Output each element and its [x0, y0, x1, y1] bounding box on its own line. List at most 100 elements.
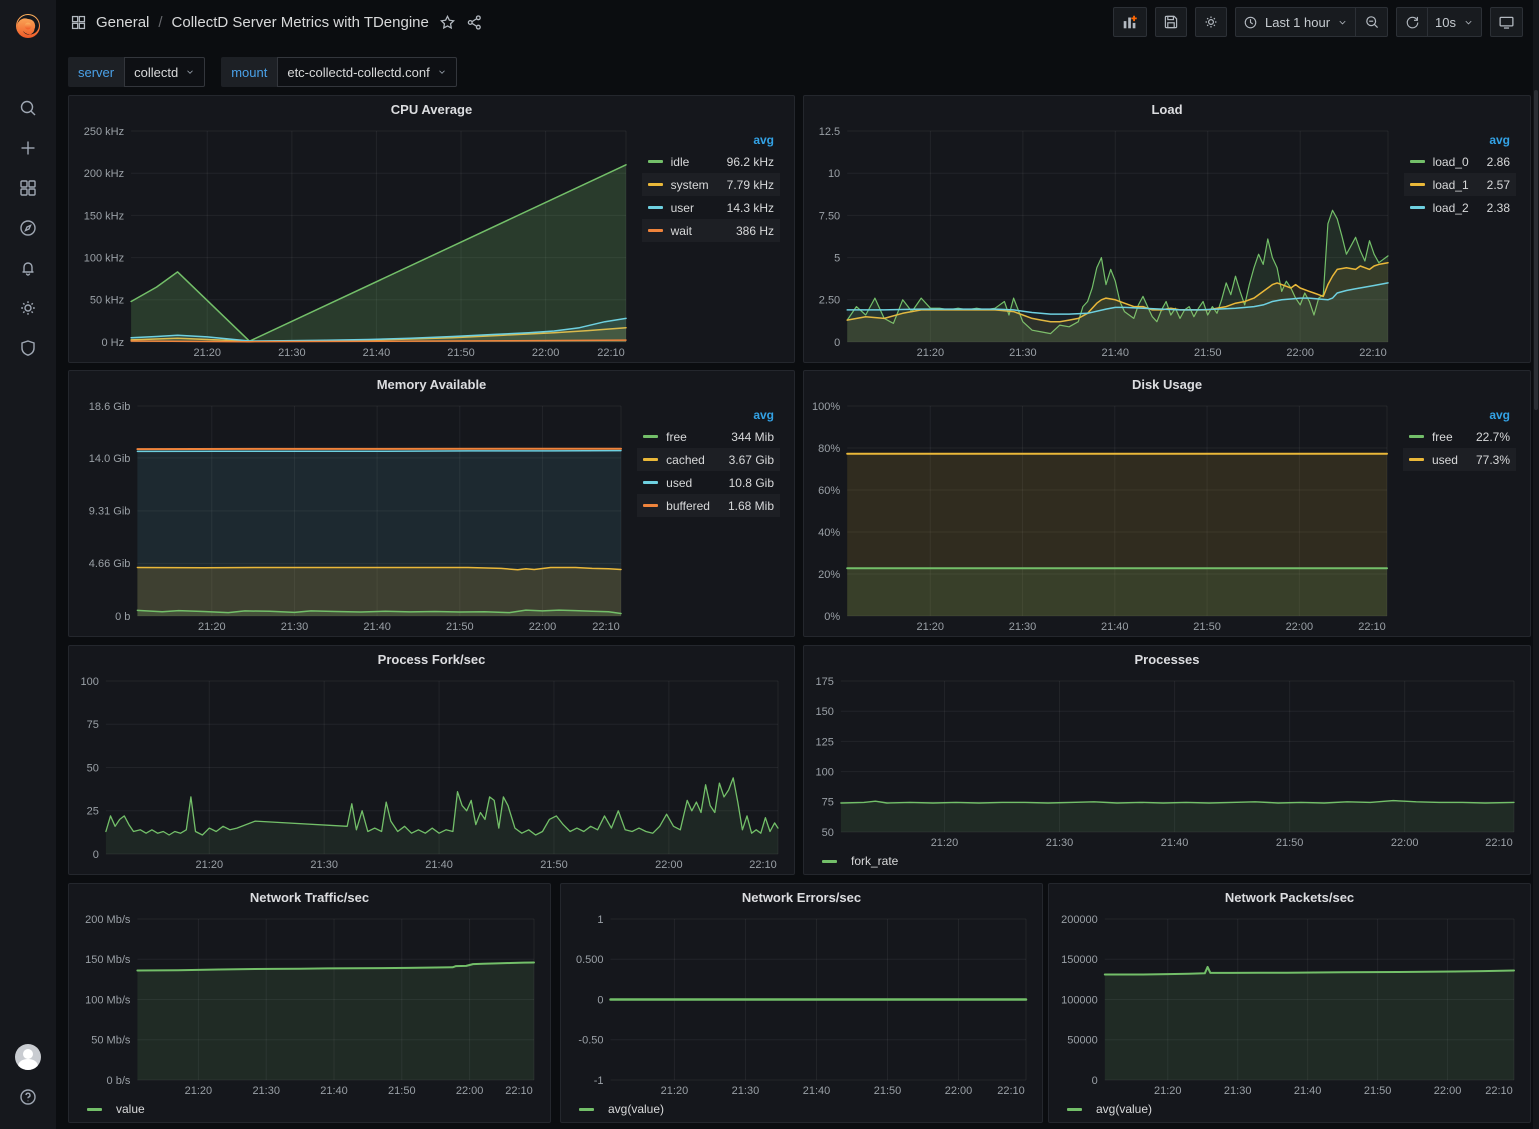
share-icon[interactable]: [466, 14, 483, 31]
explore-compass-icon[interactable]: [0, 208, 56, 248]
create-plus-icon[interactable]: [0, 128, 56, 168]
legend-item-avg(value)[interactable]: avg(value): [1096, 1102, 1152, 1116]
svg-text:21:20: 21:20: [916, 621, 944, 633]
search-icon[interactable]: [0, 88, 56, 128]
save-dashboard-button[interactable]: [1155, 7, 1187, 37]
time-range-picker[interactable]: Last 1 hour: [1235, 7, 1356, 37]
process-fork-chart[interactable]: 025507510021:2021:3021:4021:5022:0022:10: [73, 673, 790, 872]
svg-text:150000: 150000: [1061, 954, 1098, 966]
legend-item-load_2[interactable]: load_22.38: [1404, 196, 1516, 219]
legend-item-user[interactable]: user14.3 kHz: [642, 196, 780, 219]
star-icon[interactable]: [439, 14, 456, 31]
panel-title[interactable]: Disk Usage: [804, 371, 1530, 398]
svg-text:100000: 100000: [1061, 994, 1098, 1006]
breadcrumb-folder[interactable]: General: [96, 14, 149, 31]
panel-title[interactable]: Network Errors/sec: [561, 884, 1042, 911]
legend-stat-header: avg: [642, 131, 780, 150]
server-admin-shield-icon[interactable]: [0, 328, 56, 368]
svg-text:21:30: 21:30: [278, 347, 306, 359]
memory-available-chart[interactable]: 0 b4.66 Gib9.31 Gib14.0 Gib18.6 Gib21:20…: [73, 398, 633, 634]
network-packets-chart[interactable]: 05000010000015000020000021:2021:3021:402…: [1053, 911, 1526, 1098]
network-errors-chart[interactable]: -1-0.5000.500121:2021:3021:4021:5022:002…: [565, 911, 1038, 1098]
svg-text:50: 50: [87, 762, 99, 774]
svg-text:200 Mb/s: 200 Mb/s: [85, 914, 131, 926]
svg-text:18.6 Gib: 18.6 Gib: [89, 401, 131, 413]
network-traffic-chart[interactable]: 0 b/s50 Mb/s100 Mb/s150 Mb/s200 Mb/s21:2…: [73, 911, 546, 1098]
processes-chart[interactable]: 507510012515017521:2021:3021:4021:5022:0…: [808, 673, 1526, 850]
dashboard-settings-button[interactable]: [1195, 7, 1227, 37]
variable-mount-dropdown[interactable]: etc-collectd-collectd.conf: [277, 57, 456, 87]
svg-text:21:50: 21:50: [1276, 837, 1304, 849]
legend-item-value[interactable]: value: [116, 1102, 145, 1116]
panel-title[interactable]: Process Fork/sec: [69, 646, 794, 673]
svg-text:0: 0: [1092, 1075, 1098, 1087]
dashboard-toolbar: Last 1 hour 10s: [1113, 7, 1523, 37]
help-icon[interactable]: [0, 1077, 56, 1117]
svg-text:21:50: 21:50: [540, 859, 568, 871]
svg-text:21:20: 21:20: [931, 837, 959, 849]
legend-item-avg(value)[interactable]: avg(value): [608, 1102, 664, 1116]
panel-legend: avg idle96.2 kHz system7.79 kHz user14.3…: [638, 123, 790, 360]
panel-title[interactable]: Processes: [804, 646, 1530, 673]
panel-title[interactable]: Network Traffic/sec: [69, 884, 550, 911]
zoom-out-button[interactable]: [1356, 7, 1388, 37]
panel-legend: avg load_02.86 load_12.57 load_22.38: [1400, 123, 1526, 360]
svg-text:21:40: 21:40: [320, 1085, 348, 1097]
legend-item-wait[interactable]: wait386 Hz: [642, 219, 780, 242]
dashboards-icon[interactable]: [0, 168, 56, 208]
svg-text:22:10: 22:10: [749, 859, 777, 871]
svg-text:21:40: 21:40: [1102, 347, 1130, 359]
panel-processes: Processes 507510012515017521:2021:3021:4…: [803, 645, 1531, 875]
legend-item-buffered[interactable]: buffered1.68 Mib: [637, 494, 780, 517]
user-avatar[interactable]: [0, 1037, 56, 1077]
legend-item-idle[interactable]: idle96.2 kHz: [642, 150, 780, 173]
panel-network-traffic: Network Traffic/sec 0 b/s50 Mb/s100 Mb/s…: [68, 883, 551, 1123]
svg-text:150: 150: [816, 706, 834, 718]
disk-usage-chart[interactable]: 0%20%40%60%80%100%21:2021:3021:4021:5022…: [808, 398, 1399, 634]
variable-server-dropdown[interactable]: collectd: [124, 57, 205, 87]
legend-item-cached[interactable]: cached3.67 Gib: [637, 448, 780, 471]
svg-text:5: 5: [834, 252, 840, 264]
svg-text:22:10: 22:10: [597, 347, 625, 359]
top-navbar: General / CollectD Server Metrics with T…: [56, 0, 1539, 44]
cycle-view-mode-button[interactable]: [1490, 7, 1523, 37]
legend-item-load_1[interactable]: load_12.57: [1404, 173, 1516, 196]
svg-text:21:20: 21:20: [185, 1085, 213, 1097]
svg-text:0 b/s: 0 b/s: [107, 1075, 131, 1087]
refresh-button[interactable]: [1396, 7, 1428, 37]
legend-item-used[interactable]: used77.3%: [1403, 448, 1516, 471]
legend-item-free[interactable]: free22.7%: [1403, 425, 1516, 448]
panel-title[interactable]: Network Packets/sec: [1049, 884, 1530, 911]
svg-text:40%: 40%: [818, 527, 840, 539]
legend-item-load_0[interactable]: load_02.86: [1404, 150, 1516, 173]
svg-text:75: 75: [87, 719, 99, 731]
panel-title[interactable]: Load: [804, 96, 1530, 123]
panel-network-packets: Network Packets/sec 05000010000015000020…: [1048, 883, 1531, 1123]
legend-item-free[interactable]: free344 Mib: [637, 425, 780, 448]
svg-text:21:20: 21:20: [917, 347, 945, 359]
svg-text:25: 25: [87, 806, 99, 818]
svg-text:1: 1: [597, 914, 603, 926]
legend-item-system[interactable]: system7.79 kHz: [642, 173, 780, 196]
refresh-interval-dropdown[interactable]: 10s: [1428, 7, 1482, 37]
legend-item-used[interactable]: used10.8 Gib: [637, 471, 780, 494]
legend-item-fork_rate[interactable]: fork_rate: [851, 854, 898, 868]
grafana-logo[interactable]: [0, 0, 56, 52]
svg-text:0 Hz: 0 Hz: [101, 337, 124, 349]
alerting-bell-icon[interactable]: [0, 248, 56, 288]
panel-title[interactable]: Memory Available: [69, 371, 794, 398]
load-chart[interactable]: 02.5057.501012.521:2021:3021:4021:5022:0…: [808, 123, 1400, 360]
page-scrollbar[interactable]: [1533, 0, 1539, 1129]
add-panel-button[interactable]: [1113, 7, 1147, 37]
dashboard-title[interactable]: CollectD Server Metrics with TDengine: [172, 14, 429, 31]
refresh-interval-label: 10s: [1435, 15, 1456, 30]
configuration-gear-icon[interactable]: [0, 288, 56, 328]
svg-text:21:50: 21:50: [1194, 347, 1222, 359]
variable-server: server collectd: [68, 57, 205, 87]
cpu-average-chart[interactable]: 0 Hz50 kHz100 kHz150 kHz200 kHz250 kHz21…: [73, 123, 638, 360]
svg-text:22:00: 22:00: [1286, 621, 1314, 633]
svg-text:22:10: 22:10: [505, 1085, 533, 1097]
chevron-down-icon: [1337, 17, 1348, 28]
panel-title[interactable]: CPU Average: [69, 96, 794, 123]
svg-text:100: 100: [81, 676, 99, 688]
